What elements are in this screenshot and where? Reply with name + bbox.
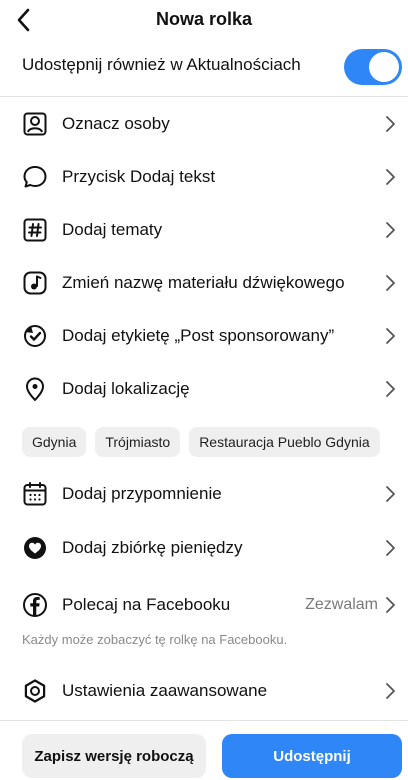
- settings-gear-icon: [24, 679, 46, 703]
- location-pin-icon: [26, 377, 44, 401]
- header: Nowa rolka: [0, 0, 408, 40]
- menu-item-label: Zmień nazwę materiału dźwiękowego: [62, 273, 345, 292]
- chevron-right-icon: [386, 540, 395, 556]
- paid-partnership-icon: [24, 325, 46, 347]
- share-button[interactable]: Udostępnij: [222, 734, 402, 778]
- location-chip[interactable]: Gdynia: [22, 427, 87, 457]
- page-title: Nowa rolka: [155, 9, 253, 29]
- speech-bubble-icon: [23, 166, 47, 188]
- menu-item-tag-people[interactable]: Oznacz osoby: [0, 99, 408, 149]
- location-chip[interactable]: Trójmiasto: [95, 427, 181, 457]
- menu-item-add-fundraiser[interactable]: Dodaj zbiórkę pieniędzy: [0, 523, 408, 573]
- save-draft-button[interactable]: Zapisz wersję roboczą: [22, 734, 206, 778]
- menu-item-advanced-settings[interactable]: Ustawienia zaawansowane: [0, 666, 408, 716]
- menu-item-add-topics[interactable]: Dodaj tematy: [0, 205, 408, 255]
- calendar-icon: [23, 482, 47, 506]
- bottom-action-bar: Zapisz wersję roboczą Udostępnij: [0, 734, 408, 780]
- menu-item-add-text-button[interactable]: Przycisk Dodaj tekst: [0, 152, 408, 202]
- toggle-knob: [369, 52, 399, 82]
- menu-item-label: Dodaj lokalizację: [62, 379, 190, 398]
- divider: [0, 96, 408, 97]
- menu-item-label: Dodaj tematy: [62, 220, 163, 239]
- facebook-setting-value: Zezwalam: [305, 596, 378, 613]
- chevron-right-icon: [386, 222, 395, 238]
- chevron-right-icon: [386, 328, 395, 344]
- divider: [0, 720, 408, 721]
- hashtag-icon: [23, 218, 47, 242]
- tag-people-icon: [23, 112, 47, 136]
- chevron-right-icon: [386, 169, 395, 185]
- menu-item-label: Dodaj zbiórkę pieniędzy: [62, 538, 243, 557]
- menu-item-recommend-facebook[interactable]: Polecaj na Facebooku Zezwalam: [0, 580, 408, 630]
- share-to-feed-row: Udostępnij również w Aktualnościach: [0, 44, 408, 94]
- menu-item-paid-partnership[interactable]: Dodaj etykietę „Post sponsorowany”: [0, 311, 408, 361]
- menu-item-rename-audio[interactable]: Zmień nazwę materiału dźwiękowego: [0, 258, 408, 308]
- chevron-right-icon: [386, 683, 395, 699]
- menu-item-label: Przycisk Dodaj tekst: [62, 167, 216, 186]
- audio-rename-icon: [23, 271, 47, 295]
- chevron-right-icon: [386, 381, 395, 397]
- chevron-right-icon: [386, 116, 395, 132]
- menu-item-add-location[interactable]: Dodaj lokalizację: [0, 364, 408, 414]
- location-suggestions: Gdynia Trójmiasto Restauracja Pueblo Gdyni…: [22, 427, 408, 459]
- location-chip[interactable]: Restauracja Pueblo Gdynia: [189, 427, 380, 457]
- facebook-visibility-note: Każdy może zobaczyć tę rolkę na Facebook…: [22, 632, 288, 647]
- fundraiser-icon: [24, 537, 46, 559]
- share-to-feed-label: Udostępnij również w Aktualnościach: [22, 55, 301, 74]
- share-to-feed-toggle[interactable]: [344, 49, 402, 85]
- menu-item-label: Dodaj przypomnienie: [62, 484, 222, 503]
- facebook-icon: [23, 593, 47, 617]
- chevron-right-icon: [386, 275, 395, 291]
- menu-item-label: Polecaj na Facebooku: [62, 595, 231, 614]
- chevron-right-icon: [386, 597, 395, 613]
- menu-item-label: Oznacz osoby: [62, 114, 170, 133]
- menu-item-add-reminder[interactable]: Dodaj przypomnienie: [0, 469, 408, 519]
- menu-item-label: Dodaj etykietę „Post sponsorowany”: [62, 326, 335, 345]
- menu-item-label: Ustawienia zaawansowane: [62, 681, 268, 700]
- new-reel-screen: Nowa rolka Udostępnij również w Aktualno…: [0, 0, 408, 780]
- chevron-right-icon: [386, 486, 395, 502]
